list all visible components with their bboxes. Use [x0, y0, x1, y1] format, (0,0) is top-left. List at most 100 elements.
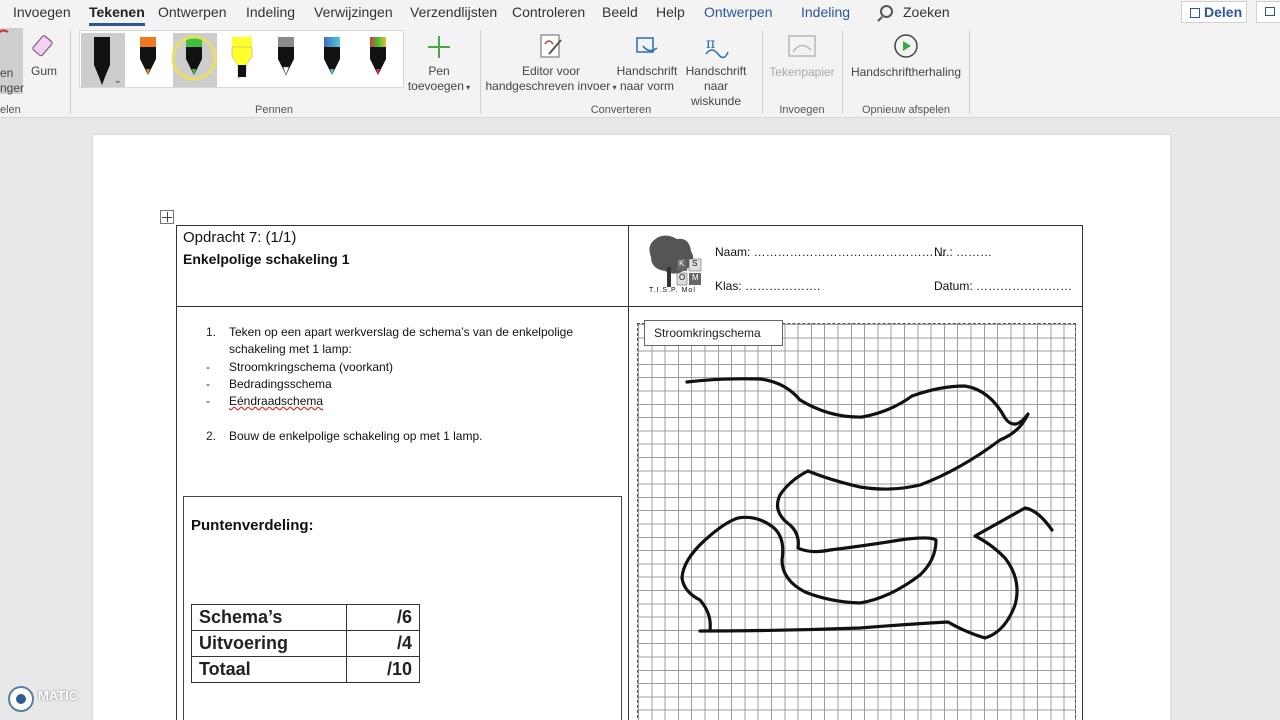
pens-group-label: Pennen: [255, 104, 293, 116]
drawing-canvas-label: Tekenpapier: [769, 65, 835, 79]
logo-letter-m: M: [692, 273, 699, 282]
tab-table-layout[interactable]: Indeling: [801, 4, 850, 20]
pen-rainbow[interactable]: [357, 33, 401, 87]
table-row: Totaal /10: [191, 656, 420, 683]
ink-to-shape-label-2: naar vorm: [619, 79, 675, 93]
drawing-canvas-button[interactable]: Tekenpapier: [766, 32, 838, 80]
subitem-3: Eéndraadschema: [229, 394, 324, 408]
ink-to-math-icon: π: [705, 36, 729, 59]
tab-verwijzingen[interactable]: Verwijzingen: [314, 4, 393, 20]
pens-gallery: ⌄: [79, 30, 404, 88]
tab-beeld[interactable]: Beeld: [602, 4, 638, 20]
pen-galaxy[interactable]: [311, 33, 355, 87]
ink-to-shape-icon: [636, 37, 658, 53]
lasso-label-line2: nger: [0, 81, 25, 95]
lasso-icon: [0, 29, 9, 34]
search-icon[interactable]: [880, 5, 893, 18]
pen-green[interactable]: [171, 33, 217, 87]
ribbon-tab-bar: Invoegen Tekenen Ontwerpen Indeling Verw…: [0, 0, 1280, 26]
assignment-title: Enkelpolige schakeling 1: [183, 251, 350, 267]
tools-group-label: elen: [0, 104, 21, 116]
bullet-dash: -: [206, 360, 210, 374]
separator: [70, 30, 71, 114]
highlighter-icon: [231, 37, 253, 80]
table-column-divider: [628, 225, 629, 720]
rainbow-pen-icon: [370, 37, 386, 75]
bullet-dash: -: [206, 377, 210, 391]
comments-button[interactable]: [1256, 1, 1280, 23]
tab-tekenen[interactable]: Tekenen: [89, 4, 145, 26]
galaxy-pen-icon: [324, 37, 340, 75]
table-row-divider: [176, 306, 1083, 307]
tab-controleren[interactable]: Controleren: [512, 4, 585, 20]
points-title: Puntenverdeling:: [191, 517, 314, 534]
ink-replay-label: Handschriftherhaling: [850, 65, 962, 79]
table-row: Schema’s /6: [191, 604, 420, 631]
score-value: /6: [346, 604, 420, 631]
separator: [842, 30, 843, 114]
search-label[interactable]: Zoeken: [903, 4, 950, 20]
ink-to-shape-label-1: Handschrift: [616, 64, 678, 78]
tab-verzendlijsten[interactable]: Verzendlijsten: [410, 4, 497, 20]
insert-group-label: Invoegen: [779, 104, 825, 116]
logo-letter-k: K: [679, 259, 685, 268]
cursor-highlight-icon: [171, 35, 217, 81]
task-1-line-2: schakeling met 1 lamp:: [229, 342, 352, 356]
recorder-logo-icon: [8, 686, 34, 712]
table-move-handle-icon[interactable]: [160, 210, 174, 224]
share-button[interactable]: Delen: [1181, 1, 1247, 23]
eraser-icon: [32, 35, 53, 57]
pen-black[interactable]: ⌄: [81, 33, 125, 87]
task-1-number: 1.: [206, 325, 217, 339]
subitem-1: Stroomkringschema (voorkant): [229, 360, 394, 374]
eraser-label: Gum: [30, 64, 57, 78]
lasso-label-line1: en: [0, 66, 14, 80]
score-value: /10: [346, 656, 420, 683]
black-pen-icon: [94, 37, 110, 85]
share-label: Delen: [1204, 4, 1243, 20]
eraser-button[interactable]: Gum: [28, 34, 60, 79]
replay-group-label: Opnieuw afspelen: [861, 104, 951, 116]
assignment-number: Opdracht 7: (1/1): [183, 229, 297, 246]
ribbon: en nger Gum elen ⌄ Pen toevoegen ▾ Penne…: [0, 26, 1280, 118]
ink-to-shape-button[interactable]: Handschrift naar vorm: [615, 32, 679, 94]
drawing-canvas-icon: [788, 35, 816, 57]
orange-pen-icon: [140, 37, 156, 75]
grid-label: Stroomkringschema: [644, 320, 783, 346]
ink-editor-label-2: handgeschreven invoer: [485, 79, 611, 93]
pen-pencil[interactable]: [265, 33, 309, 87]
class-field: Klas: ……………….: [715, 279, 821, 293]
score-value: /4: [346, 630, 420, 657]
logo-caption: T.I.S.P. Mol: [649, 287, 696, 294]
ink-to-math-label-1: Handschrift: [685, 64, 747, 78]
convert-group-label: Converteren: [590, 104, 652, 116]
tab-table-design[interactable]: Ontwerpen: [704, 4, 772, 20]
separator: [480, 30, 481, 114]
number-field: Nr.: ………: [934, 245, 993, 259]
tab-ontwerpen[interactable]: Ontwerpen: [158, 4, 226, 20]
logo-letter-o: O: [679, 273, 686, 282]
pen-orange[interactable]: [127, 33, 171, 87]
date-field: Datum: ……………………: [934, 279, 1073, 293]
pen-yellow-highlighter[interactable]: [219, 33, 263, 87]
ink-to-math-button[interactable]: π Handschrift naar wiskunde: [680, 32, 752, 109]
ink-replay-icon: [894, 34, 918, 58]
task-2-number: 2.: [206, 429, 217, 443]
ink-editor-button[interactable]: Editor voor handgeschreven invoer ▾: [485, 32, 617, 95]
table-row: Uitvoering /4: [191, 630, 420, 657]
pencil-icon: [278, 37, 294, 76]
tab-indeling[interactable]: Indeling: [246, 4, 295, 20]
comment-icon: [1265, 7, 1275, 16]
score-label: Totaal: [191, 656, 347, 683]
score-label: Uitvoering: [191, 630, 347, 657]
ink-replay-button[interactable]: Handschriftherhaling: [848, 32, 964, 80]
plus-icon: [428, 36, 450, 58]
pen-dropdown-icon[interactable]: ⌄: [114, 75, 122, 86]
drawing-grid[interactable]: [637, 323, 1076, 720]
add-pen-button[interactable]: Pen toevoegen ▾: [404, 34, 474, 95]
name-field: Naam: …………………………………………: [715, 245, 946, 259]
tab-help[interactable]: Help: [656, 4, 685, 20]
separator: [969, 30, 970, 114]
ink-editor-icon: [540, 34, 562, 58]
tab-invoegen[interactable]: Invoegen: [13, 4, 71, 20]
